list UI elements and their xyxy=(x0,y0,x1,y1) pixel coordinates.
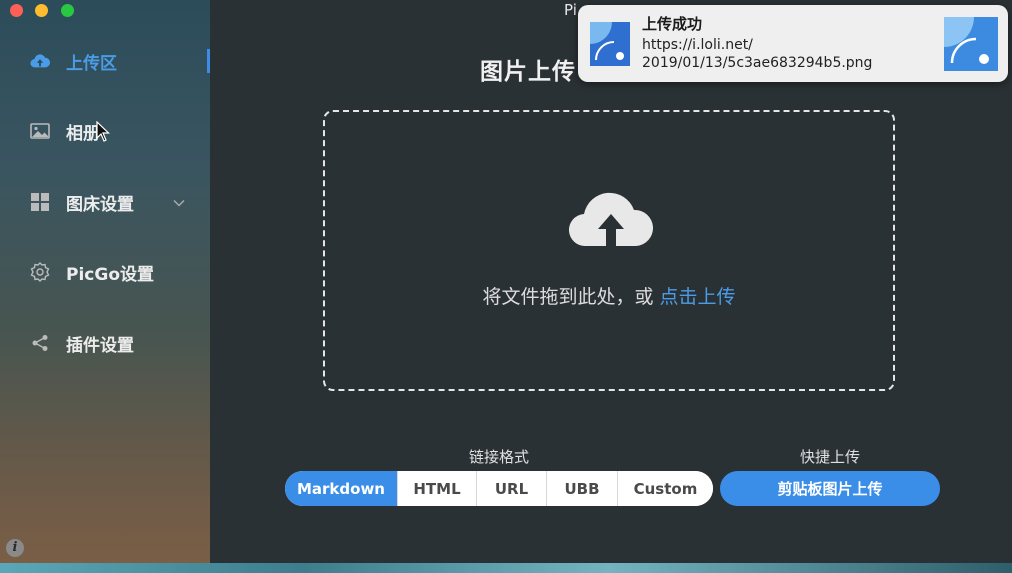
sidebar-item-label: PicGo设置 xyxy=(66,264,154,285)
active-indicator xyxy=(207,49,210,73)
sidebar-item-label: 插件设置 xyxy=(66,335,134,356)
notification-url-line-2: 2019/01/13/5c3ae683294b5.png xyxy=(642,55,873,71)
app-window: 上传区 相册 图床设置 PicGo设置 插件设置 i Pi 图片上传 将文件拖到… xyxy=(0,0,1012,563)
format-url-button[interactable]: URL xyxy=(477,471,547,506)
cloud-upload-icon xyxy=(568,184,654,254)
dropzone-text: 将文件拖到此处，或 xyxy=(482,286,660,308)
click-upload-link[interactable]: 点击上传 xyxy=(660,286,736,308)
desktop-background xyxy=(0,563,1012,573)
sidebar-item-picbed-settings[interactable]: 图床设置 xyxy=(0,180,210,224)
upload-dropzone[interactable]: 将文件拖到此处，或 点击上传 xyxy=(323,110,895,391)
upload-success-notification[interactable]: 上传成功 https://i.loli.net/ 2019/01/13/5c3a… xyxy=(578,5,1008,82)
notification-url-line-1: https://i.loli.net/ xyxy=(642,37,753,53)
grid-icon xyxy=(30,192,50,212)
dropzone-hint: 将文件拖到此处，或 点击上传 xyxy=(325,282,893,309)
image-icon xyxy=(30,121,50,141)
window-title: Pi xyxy=(564,1,577,19)
cloud-upload-icon xyxy=(30,51,50,71)
quick-upload-label: 快捷上传 xyxy=(799,448,860,466)
info-icon[interactable]: i xyxy=(6,539,24,557)
notification-title: 上传成功 xyxy=(642,15,703,33)
minimize-window-button[interactable] xyxy=(35,4,48,17)
page-title: 图片上传 xyxy=(480,59,576,85)
format-html-button[interactable]: HTML xyxy=(398,471,477,506)
sidebar-item-picgo-settings[interactable]: PicGo设置 xyxy=(0,250,210,294)
sidebar-item-label: 相册 xyxy=(66,123,100,144)
sidebar-item-plugin-settings[interactable]: 插件设置 xyxy=(0,321,210,365)
uploaded-image-thumbnail xyxy=(944,17,998,71)
close-window-button[interactable] xyxy=(10,4,23,17)
sidebar-item-upload[interactable]: 上传区 xyxy=(0,39,210,83)
share-icon xyxy=(30,333,50,353)
format-ubb-button[interactable]: UBB xyxy=(547,471,618,506)
app-icon xyxy=(590,22,630,66)
notification-body: https://i.loli.net/ 2019/01/13/5c3ae6832… xyxy=(642,36,872,72)
chevron-down-icon xyxy=(172,195,186,209)
format-custom-button[interactable]: Custom xyxy=(618,471,713,506)
format-markdown-button[interactable]: Markdown xyxy=(285,471,398,506)
sidebar-item-label: 上传区 xyxy=(66,53,117,74)
link-format-selector: Markdown HTML URL UBB Custom xyxy=(285,471,713,506)
link-format-label: 链接格式 xyxy=(468,448,529,466)
clipboard-upload-button[interactable]: 剪贴板图片上传 xyxy=(720,471,940,506)
sidebar-item-label: 图床设置 xyxy=(66,194,134,215)
mouse-cursor-icon xyxy=(96,120,110,143)
sidebar: 上传区 相册 图床设置 PicGo设置 插件设置 i xyxy=(0,0,210,563)
gear-icon xyxy=(30,262,50,282)
maximize-window-button[interactable] xyxy=(61,4,74,17)
